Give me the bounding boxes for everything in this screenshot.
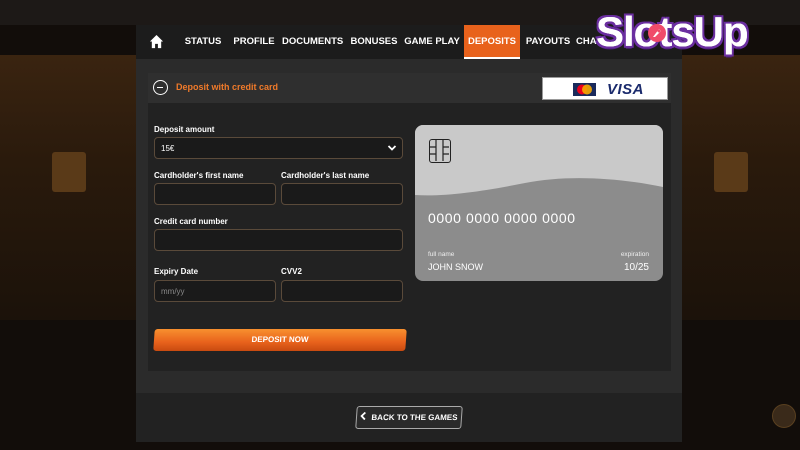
last-name-label: Cardholder's last name — [281, 171, 370, 180]
tab-bonuses[interactable]: BONUSES — [348, 25, 400, 59]
tab-payouts[interactable]: PAYOUTS — [524, 25, 572, 59]
modal-footer: BACK TO THE GAMES — [136, 393, 682, 442]
home-icon[interactable] — [149, 34, 164, 49]
background-thumbnail-right — [714, 152, 748, 192]
background-thumbnail-left — [52, 152, 86, 192]
tab-documents[interactable]: DOCUMENTS — [282, 25, 343, 59]
cvv-field[interactable] — [281, 280, 403, 302]
deposit-method-title: Deposit with credit card — [176, 82, 279, 92]
deposit-amount-label: Deposit amount — [154, 125, 215, 134]
card-number-label: Credit card number — [154, 217, 228, 226]
deposit-panel-header[interactable]: Deposit with credit card VISA — [148, 73, 671, 103]
mastercard-icon — [573, 83, 596, 96]
tab-game-play[interactable]: GAME PLAY — [404, 25, 460, 59]
card-expiration-label: expiration — [620, 251, 649, 258]
background-help-icon — [772, 404, 796, 428]
collapse-minus-icon[interactable] — [153, 80, 168, 95]
deposit-now-button[interactable]: DEPOSIT NOW — [153, 329, 407, 351]
back-to-games-label: BACK TO THE GAMES — [371, 413, 458, 422]
tab-deposits[interactable]: DEPOSITS — [464, 25, 520, 59]
last-name-field[interactable] — [281, 183, 403, 205]
chevron-left-icon — [360, 412, 367, 420]
first-name-field[interactable] — [154, 183, 276, 205]
card-number-field[interactable] — [154, 229, 403, 251]
tab-profile[interactable]: PROFILE — [230, 25, 278, 59]
deposit-panel: Deposit with credit card VISA Deposit am… — [148, 73, 671, 371]
tab-status[interactable]: STATUS — [180, 25, 226, 59]
cvv-label: CVV2 — [281, 267, 302, 276]
first-name-label: Cardholder's first name — [154, 171, 244, 180]
expiry-date-field[interactable] — [154, 280, 276, 302]
tab-chat[interactable]: CHA — [576, 25, 598, 59]
deposit-amount-select[interactable]: 15€ — [154, 137, 403, 159]
card-brands-logo: VISA — [542, 77, 668, 100]
visa-logo-text: VISA — [607, 81, 645, 98]
card-expiration: 10/25 — [623, 262, 649, 273]
chevron-down-icon — [387, 145, 397, 151]
card-chip-icon — [429, 139, 451, 163]
card-full-name-label: full name — [428, 251, 455, 258]
deposit-amount-value: 15€ — [161, 144, 175, 153]
card-number-preview: 0000 0000 0000 0000 — [428, 210, 576, 226]
account-modal: STATUS PROFILE DOCUMENTS BONUSES GAME PL… — [136, 25, 682, 442]
expiry-date-label: Expiry Date — [154, 267, 199, 276]
brand-name: SlotsUp — [596, 8, 749, 55]
credit-card-preview: 0000 0000 0000 0000 full name JOHN SNOW … — [415, 125, 663, 281]
back-to-games-button[interactable]: BACK TO THE GAMES — [355, 406, 463, 429]
rocket-icon — [648, 24, 666, 42]
slotsup-brand-logo: SlotsUp — [596, 8, 792, 64]
card-full-name: JOHN SNOW — [428, 262, 483, 272]
